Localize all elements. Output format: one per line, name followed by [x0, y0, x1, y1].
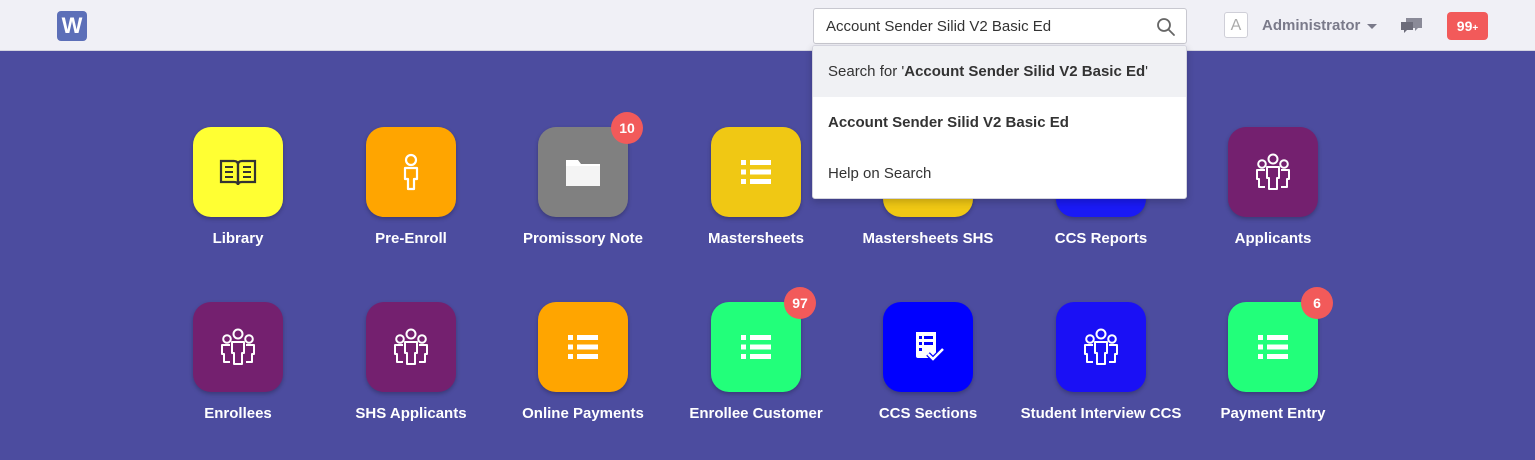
users-icon: [221, 328, 255, 365]
tile-label[interactable]: Student Interview CCS: [1011, 405, 1191, 422]
tile-label[interactable]: Enrollees: [148, 405, 328, 422]
tile-label[interactable]: Online Payments: [493, 405, 673, 422]
tile-label[interactable]: CCS Sections: [838, 405, 1018, 422]
tile-label[interactable]: Mastersheets SHS: [838, 230, 1018, 247]
chat-icon[interactable]: [1400, 16, 1424, 36]
list-icon: [1258, 335, 1288, 359]
tile-ccs-sections[interactable]: CCS Sections: [838, 302, 1018, 452]
search-for-prefix: Search for ': [828, 63, 905, 80]
notifications-badge[interactable]: 99+: [1447, 12, 1488, 40]
user-menu-dropdown[interactable]: Administrator: [1262, 16, 1378, 36]
list-icon: [568, 335, 598, 359]
tile-pre-enroll[interactable]: Pre-Enroll: [321, 127, 501, 277]
person-icon: [403, 153, 419, 191]
tile-payment-entry[interactable]: 6 Payment Entry: [1183, 287, 1363, 452]
list-icon: [741, 160, 771, 184]
tile-shs-applicants[interactable]: SHS Applicants: [321, 302, 501, 452]
tile-label[interactable]: Payment Entry: [1183, 405, 1363, 422]
tile-icon-box[interactable]: [711, 302, 801, 392]
tile-online-payments[interactable]: Online Payments: [493, 302, 673, 452]
count-badge: 10: [611, 112, 643, 144]
tile-icon-box[interactable]: [366, 302, 456, 392]
tile-label[interactable]: Pre-Enroll: [321, 230, 501, 247]
users-icon: [394, 328, 428, 365]
tile-label[interactable]: Enrollee Customer: [666, 405, 846, 422]
tile-label[interactable]: Promissory Note: [493, 230, 673, 247]
chevron-down-icon: [1367, 23, 1378, 29]
user-name: Administrator: [1262, 17, 1361, 34]
search-input[interactable]: [814, 9, 1156, 43]
book-icon: [219, 159, 257, 186]
tile-enrollee-customer[interactable]: 97 Enrollee Customer: [666, 287, 846, 452]
search-result-option[interactable]: Account Sender Silid V2 Basic Ed: [813, 97, 1186, 148]
search-for-term: Account Sender Silid V2 Basic Ed: [904, 63, 1146, 80]
tile-promissory-note[interactable]: 10 Promissory Note: [493, 112, 673, 277]
count-badge: 97: [784, 287, 816, 319]
avatar[interactable]: A: [1224, 12, 1248, 38]
notifications-suffix: +: [1472, 23, 1479, 34]
search-for-option[interactable]: Search for 'Account Sender Silid V2 Basi…: [813, 46, 1186, 97]
tile-icon-box[interactable]: [193, 302, 283, 392]
top-navbar: W A Administrator 99+: [0, 0, 1535, 51]
users-icon: [1256, 153, 1290, 190]
tile-label[interactable]: CCS Reports: [1011, 230, 1191, 247]
count-badge: 6: [1301, 287, 1333, 319]
tile-enrollees[interactable]: Enrollees: [148, 302, 328, 452]
tile-icon-box[interactable]: [538, 302, 628, 392]
tile-icon-box[interactable]: [711, 127, 801, 217]
search-result-label: Account Sender Silid V2 Basic Ed: [828, 114, 1069, 131]
tile-library[interactable]: Library: [148, 127, 328, 277]
tile-icon-box[interactable]: [538, 127, 628, 217]
tile-applicants[interactable]: Applicants: [1183, 127, 1363, 277]
search-suggestions-dropdown: Search for 'Account Sender Silid V2 Basi…: [812, 45, 1187, 199]
folder-icon: [566, 160, 600, 186]
tile-label[interactable]: SHS Applicants: [321, 405, 501, 422]
notifications-count: 99: [1456, 18, 1473, 34]
tile-icon-box[interactable]: [883, 302, 973, 392]
tile-icon-box[interactable]: [193, 127, 283, 217]
tile-student-interview-ccs[interactable]: Student Interview CCS: [1011, 302, 1191, 452]
tile-icon-box[interactable]: [366, 127, 456, 217]
tile-icon-box[interactable]: [1056, 302, 1146, 392]
tile-label[interactable]: Applicants: [1183, 230, 1363, 247]
app-logo[interactable]: W: [57, 11, 87, 41]
search-icon[interactable]: [1156, 17, 1176, 37]
tile-label[interactable]: Mastersheets: [666, 230, 846, 247]
tile-label[interactable]: Library: [148, 230, 328, 247]
checklist-icon: [916, 332, 945, 363]
help-on-search-option[interactable]: Help on Search: [813, 148, 1186, 198]
search-box[interactable]: [813, 8, 1187, 44]
search-for-suffix: ': [1145, 63, 1149, 80]
list-icon: [741, 335, 771, 359]
tile-icon-box[interactable]: [1228, 302, 1318, 392]
users-icon: [1084, 328, 1118, 365]
tile-icon-box[interactable]: [1228, 127, 1318, 217]
